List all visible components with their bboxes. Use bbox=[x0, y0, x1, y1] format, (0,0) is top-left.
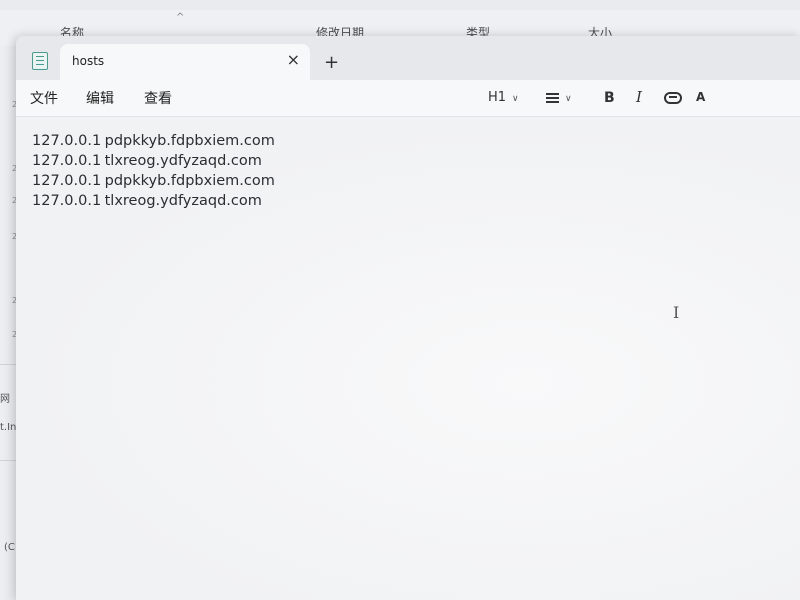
hostname: tlxreog.ydfyzaqd.com bbox=[104, 193, 262, 209]
tab-hosts[interactable]: hosts × bbox=[60, 44, 310, 80]
ip-address: 127.0.0.1 bbox=[32, 173, 102, 189]
new-tab-button[interactable]: + bbox=[324, 54, 339, 72]
menu-file[interactable]: 文件 bbox=[30, 88, 58, 108]
link-icon bbox=[664, 91, 682, 104]
hosts-line: 127.0.0.1 tlxreog.ydfyzaqd.com bbox=[32, 153, 262, 169]
title-bar[interactable]: hosts × + bbox=[16, 36, 800, 80]
nav-fragment-network[interactable]: 网 bbox=[0, 390, 10, 405]
spellcheck-icon: A bbox=[696, 90, 706, 104]
ip-address: 127.0.0.1 bbox=[32, 193, 102, 209]
hosts-line: 127.0.0.1 pdpkkyb.fdpbxiem.com bbox=[32, 133, 275, 149]
hosts-line: 127.0.0.1 tlxreog.ydfyzaqd.com bbox=[32, 193, 262, 209]
link-button[interactable] bbox=[664, 90, 682, 105]
chevron-down-icon: ∨ bbox=[565, 94, 572, 104]
explorer-toolbar-edge bbox=[0, 0, 800, 10]
ip-address: 127.0.0.1 bbox=[32, 153, 102, 169]
chevron-down-icon: ∨ bbox=[512, 94, 519, 104]
list-icon bbox=[546, 92, 559, 103]
italic-button[interactable]: I bbox=[636, 88, 642, 106]
tab-title: hosts bbox=[72, 54, 105, 68]
heading-label: H1 bbox=[488, 90, 507, 105]
notepad-window: hosts × + 文件 编辑 查看 H1 ∨ ∨ B I A 127.0.0.1… bbox=[16, 36, 800, 600]
hostname: pdpkkyb.fdpbxiem.com bbox=[104, 133, 275, 149]
text-cursor-icon: I bbox=[673, 303, 680, 322]
text-editor-area[interactable]: 127.0.0.1 pdpkkyb.fdpbxiem.com 127.0.0.1… bbox=[16, 117, 800, 600]
spellcheck-button[interactable]: A bbox=[696, 90, 705, 104]
hosts-line: 127.0.0.1 pdpkkyb.fdpbxiem.com bbox=[32, 173, 275, 189]
menu-view[interactable]: 查看 bbox=[144, 88, 172, 108]
menu-edit[interactable]: 编辑 bbox=[86, 88, 114, 108]
notepad-app-icon bbox=[32, 52, 48, 70]
bold-button[interactable]: B bbox=[604, 90, 615, 106]
sort-caret-icon: ^ bbox=[176, 12, 185, 23]
hostname: pdpkkyb.fdpbxiem.com bbox=[104, 173, 275, 189]
ip-address: 127.0.0.1 bbox=[32, 133, 102, 149]
heading-dropdown[interactable]: H1 ∨ bbox=[488, 90, 519, 105]
close-tab-icon[interactable]: × bbox=[287, 50, 300, 69]
list-dropdown[interactable]: ∨ bbox=[546, 90, 572, 105]
hostname: tlxreog.ydfyzaqd.com bbox=[104, 153, 262, 169]
menu-bar: 文件 编辑 查看 H1 ∨ ∨ B I A bbox=[16, 80, 800, 117]
